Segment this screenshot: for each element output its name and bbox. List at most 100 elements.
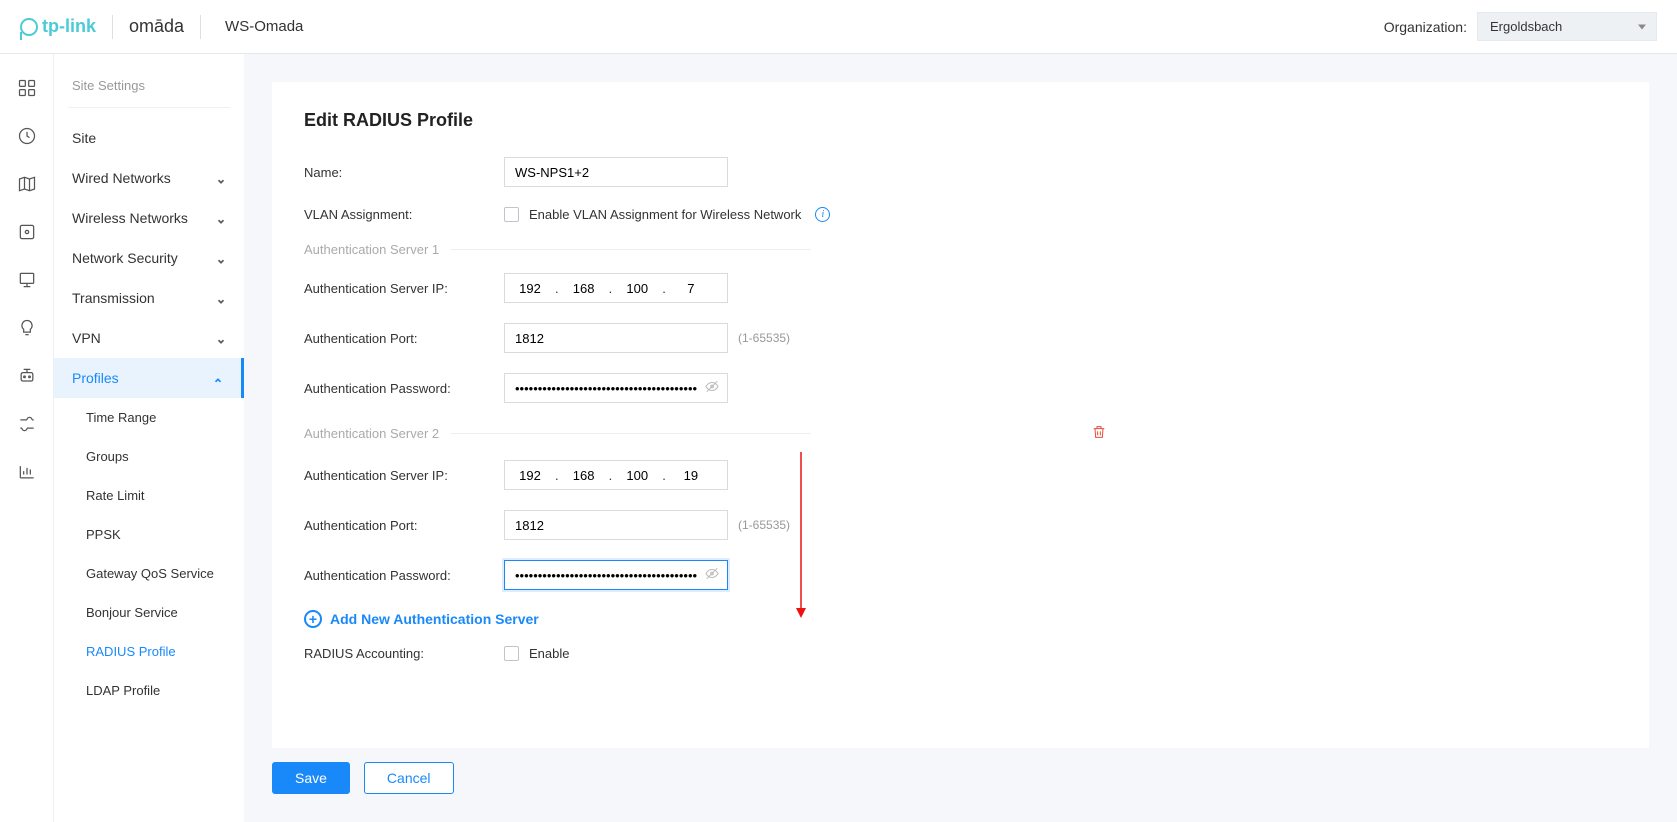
ip-seg-4[interactable] bbox=[666, 462, 716, 488]
divider-line bbox=[451, 249, 811, 250]
plus-circle-icon: + bbox=[304, 610, 322, 628]
delete-icon[interactable] bbox=[1091, 423, 1107, 444]
organization-label: Organization: bbox=[1384, 19, 1467, 35]
clock-icon[interactable] bbox=[17, 126, 37, 146]
server2-password-input[interactable] bbox=[504, 560, 728, 590]
vlan-label: VLAN Assignment: bbox=[304, 207, 504, 222]
sub-item-gateway-qos[interactable]: Gateway QoS Service bbox=[54, 554, 244, 593]
auth-port-label-2: Authentication Port: bbox=[304, 518, 504, 533]
sub-item-groups[interactable]: Groups bbox=[54, 437, 244, 476]
row-server1-password: Authentication Password: bbox=[304, 373, 1617, 403]
info-icon[interactable]: i bbox=[815, 207, 830, 222]
sidebar-item-wireless[interactable]: Wireless Networks bbox=[54, 198, 244, 238]
auth-pass-label: Authentication Password: bbox=[304, 381, 504, 396]
header-left: tp-link omāda WS-Omada bbox=[20, 15, 303, 39]
brand-divider bbox=[112, 15, 113, 39]
icon-rail bbox=[0, 54, 54, 822]
row-name: Name: bbox=[304, 157, 1617, 187]
header-right: Organization: Ergoldsbach bbox=[1384, 12, 1657, 41]
ip-seg-3[interactable] bbox=[612, 462, 662, 488]
chevron-down-icon bbox=[216, 213, 226, 223]
row-server2-ip: Authentication Server IP: . . . bbox=[304, 460, 1617, 490]
dashboard-icon[interactable] bbox=[17, 78, 37, 98]
omada-logo: omāda bbox=[129, 16, 184, 37]
accounting-checkbox[interactable] bbox=[504, 646, 519, 661]
port-hint-2: (1-65535) bbox=[738, 518, 790, 532]
accounting-checkbox-label: Enable bbox=[529, 646, 569, 661]
ip-seg-2[interactable] bbox=[559, 275, 609, 301]
omada-logo-text: omāda bbox=[129, 16, 184, 37]
add-server-link[interactable]: + Add New Authentication Server bbox=[304, 610, 1617, 628]
ai-icon[interactable] bbox=[17, 366, 37, 386]
ip-seg-4[interactable] bbox=[666, 275, 716, 301]
sidebar-item-label: Network Security bbox=[72, 250, 178, 266]
sidebar-item-vpn[interactable]: VPN bbox=[54, 318, 244, 358]
ip-seg-1[interactable] bbox=[505, 462, 555, 488]
server1-port-input[interactable] bbox=[504, 323, 728, 353]
chevron-up-icon bbox=[213, 373, 223, 383]
server1-ip-input[interactable]: . . . bbox=[504, 273, 728, 303]
ip-seg-2[interactable] bbox=[559, 462, 609, 488]
auth-pass-label-2: Authentication Password: bbox=[304, 568, 504, 583]
client-icon[interactable] bbox=[17, 270, 37, 290]
sub-item-radius-profile[interactable]: RADIUS Profile bbox=[54, 632, 244, 671]
settings-icon[interactable] bbox=[17, 414, 37, 434]
organization-value: Ergoldsbach bbox=[1490, 19, 1562, 34]
eye-off-icon[interactable] bbox=[704, 379, 720, 398]
sidebar-item-profiles[interactable]: Profiles bbox=[54, 358, 244, 398]
sub-item-ldap-profile[interactable]: LDAP Profile bbox=[54, 671, 244, 710]
eye-off-icon[interactable] bbox=[704, 566, 720, 585]
sub-item-time-range[interactable]: Time Range bbox=[54, 398, 244, 437]
server1-heading: Authentication Server 1 bbox=[304, 242, 1617, 257]
add-server-label: Add New Authentication Server bbox=[330, 611, 539, 627]
brand-divider-2 bbox=[200, 15, 201, 39]
sub-item-rate-limit[interactable]: Rate Limit bbox=[54, 476, 244, 515]
tplink-logo: tp-link bbox=[20, 16, 96, 37]
server1-password-input[interactable] bbox=[504, 373, 728, 403]
main-content: Edit RADIUS Profile Name: VLAN Assignmen… bbox=[244, 54, 1677, 822]
row-server2-port: Authentication Port: (1-65535) bbox=[304, 510, 1617, 540]
profiles-submenu: Time Range Groups Rate Limit PPSK Gatewa… bbox=[54, 398, 244, 710]
tplink-logo-icon bbox=[20, 18, 38, 36]
name-input[interactable] bbox=[504, 157, 728, 187]
panel-title: Edit RADIUS Profile bbox=[304, 110, 1617, 131]
chevron-down-icon bbox=[216, 253, 226, 263]
sidebar-item-label: Wired Networks bbox=[72, 170, 171, 186]
tplink-logo-text: tp-link bbox=[42, 16, 96, 37]
server2-heading: Authentication Server 2 bbox=[304, 423, 1617, 444]
row-server1-ip: Authentication Server IP: . . . bbox=[304, 273, 1617, 303]
server2-ip-input[interactable]: . . . bbox=[504, 460, 728, 490]
sidebar-item-site[interactable]: Site bbox=[54, 118, 244, 158]
sidebar-item-security[interactable]: Network Security bbox=[54, 238, 244, 278]
row-vlan: VLAN Assignment: Enable VLAN Assignment … bbox=[304, 207, 1617, 222]
sub-item-ppsk[interactable]: PPSK bbox=[54, 515, 244, 554]
organization-select[interactable]: Ergoldsbach bbox=[1477, 12, 1657, 41]
server2-port-input[interactable] bbox=[504, 510, 728, 540]
server2-heading-label: Authentication Server 2 bbox=[304, 426, 439, 441]
row-server1-port: Authentication Port: (1-65535) bbox=[304, 323, 1617, 353]
cancel-button[interactable]: Cancel bbox=[364, 762, 454, 794]
chevron-down-icon bbox=[216, 333, 226, 343]
auth-ip-label: Authentication Server IP: bbox=[304, 281, 504, 296]
sidebar-item-label: Site bbox=[72, 130, 96, 146]
form-panel: Edit RADIUS Profile Name: VLAN Assignmen… bbox=[272, 82, 1649, 748]
button-row: Save Cancel bbox=[272, 762, 1649, 794]
map-icon[interactable] bbox=[17, 174, 37, 194]
ip-seg-3[interactable] bbox=[612, 275, 662, 301]
insight-icon[interactable] bbox=[17, 318, 37, 338]
name-label: Name: bbox=[304, 165, 504, 180]
server1-heading-label: Authentication Server 1 bbox=[304, 242, 439, 257]
save-button[interactable]: Save bbox=[272, 762, 350, 794]
report-icon[interactable] bbox=[17, 462, 37, 482]
sidebar-item-transmission[interactable]: Transmission bbox=[54, 278, 244, 318]
vlan-checkbox-label: Enable VLAN Assignment for Wireless Netw… bbox=[529, 207, 801, 222]
row-server2-password: Authentication Password: bbox=[304, 560, 1617, 590]
sidebar-section-title: Site Settings bbox=[68, 72, 230, 108]
chevron-down-icon bbox=[216, 293, 226, 303]
sidebar-item-wired[interactable]: Wired Networks bbox=[54, 158, 244, 198]
device-icon[interactable] bbox=[17, 222, 37, 242]
sub-item-bonjour[interactable]: Bonjour Service bbox=[54, 593, 244, 632]
port-hint: (1-65535) bbox=[738, 331, 790, 345]
vlan-checkbox[interactable] bbox=[504, 207, 519, 222]
ip-seg-1[interactable] bbox=[505, 275, 555, 301]
